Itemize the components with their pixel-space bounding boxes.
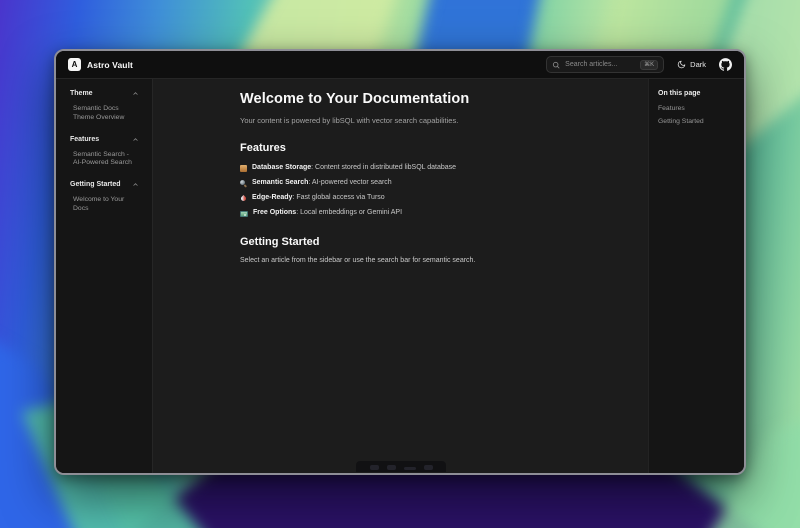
sidebar-section-label: Theme [70, 90, 93, 97]
package-icon [240, 165, 247, 172]
search-placeholder: Search articles... [565, 61, 635, 68]
feature-item-edge-ready: Edge-Ready: Fast global access via Turso [240, 193, 628, 203]
feature-item-free-options: Free Options: Local embeddings or Gemini… [240, 208, 628, 218]
feature-item-semantic-search: Semantic Search: AI-powered vector searc… [240, 178, 628, 188]
github-link[interactable] [719, 58, 732, 71]
sidebar-section-theme-header[interactable]: Theme [70, 90, 139, 97]
magnifier-icon [240, 180, 247, 187]
sidebar-item-semantic-search[interactable]: Semantic Search - AI-Powered Search [70, 151, 139, 169]
getting-started-text: Select an article from the sidebar or us… [240, 257, 628, 264]
page-title: Welcome to Your Documentation [240, 91, 628, 107]
banknote-icon [240, 211, 248, 217]
dock[interactable] [356, 461, 446, 472]
github-icon [719, 58, 732, 71]
app-title: Astro Vault [87, 60, 133, 70]
app-window: A Astro Vault Search articles... ⌘K Dark [54, 49, 746, 475]
on-this-page-panel: On this page Features Getting Started [648, 79, 744, 473]
feature-text: Database Storage: Content stored in dist… [252, 163, 456, 173]
sidebar-section-features: Features Semantic Search - AI-Powered Se… [70, 136, 139, 169]
search-input[interactable]: Search articles... ⌘K [546, 56, 664, 73]
toc-link-features[interactable]: Features [658, 105, 736, 112]
rocket-icon [240, 195, 247, 202]
features-heading: Features [240, 142, 628, 154]
theme-toggle-label: Dark [690, 60, 706, 69]
sidebar-section-label: Features [70, 136, 99, 143]
sidebar-section-label: Getting Started [70, 181, 121, 188]
chevron-up-icon [132, 181, 139, 188]
theme-toggle-button[interactable]: Dark [672, 57, 711, 72]
toc-title: On this page [658, 90, 736, 97]
feature-text: Semantic Search: AI-powered vector searc… [252, 178, 392, 188]
feature-text: Free Options: Local embeddings or Gemini… [253, 208, 402, 218]
getting-started-heading: Getting Started [240, 236, 628, 248]
sidebar-section-getting-started: Getting Started Welcome to Your Docs [70, 181, 139, 214]
search-shortcut-badge: ⌘K [640, 60, 658, 70]
sidebar-section-theme: Theme Semantic Docs Theme Overview [70, 90, 139, 123]
brand[interactable]: A Astro Vault [68, 58, 133, 71]
sidebar-item-welcome-to-your-docs[interactable]: Welcome to Your Docs [70, 196, 139, 214]
feature-text: Edge-Ready: Fast global access via Turso [252, 193, 385, 203]
toc-link-getting-started[interactable]: Getting Started [658, 118, 736, 125]
sidebar-section-getting-started-header[interactable]: Getting Started [70, 181, 139, 188]
app-body: Theme Semantic Docs Theme Overview Featu… [56, 79, 744, 473]
chevron-up-icon [132, 90, 139, 97]
feature-list: Database Storage: Content stored in dist… [240, 163, 628, 219]
dock-icon[interactable] [387, 465, 396, 470]
main-content: Welcome to Your Documentation Your conte… [153, 79, 648, 473]
sidebar-item-semantic-docs-theme-overview[interactable]: Semantic Docs Theme Overview [70, 105, 139, 123]
page-intro: Your content is powered by libSQL with v… [240, 116, 628, 125]
sidebar-section-features-header[interactable]: Features [70, 136, 139, 143]
sidebar: Theme Semantic Docs Theme Overview Featu… [56, 79, 153, 473]
moon-icon [677, 60, 686, 69]
dock-icon[interactable] [370, 465, 379, 470]
chevron-up-icon [132, 136, 139, 143]
app-header: A Astro Vault Search articles... ⌘K Dark [56, 51, 744, 79]
search-icon [552, 61, 560, 69]
app-logo-icon: A [68, 58, 81, 71]
feature-item-database-storage: Database Storage: Content stored in dist… [240, 163, 628, 173]
dock-icon[interactable] [424, 465, 433, 470]
dock-icon[interactable] [404, 467, 416, 470]
